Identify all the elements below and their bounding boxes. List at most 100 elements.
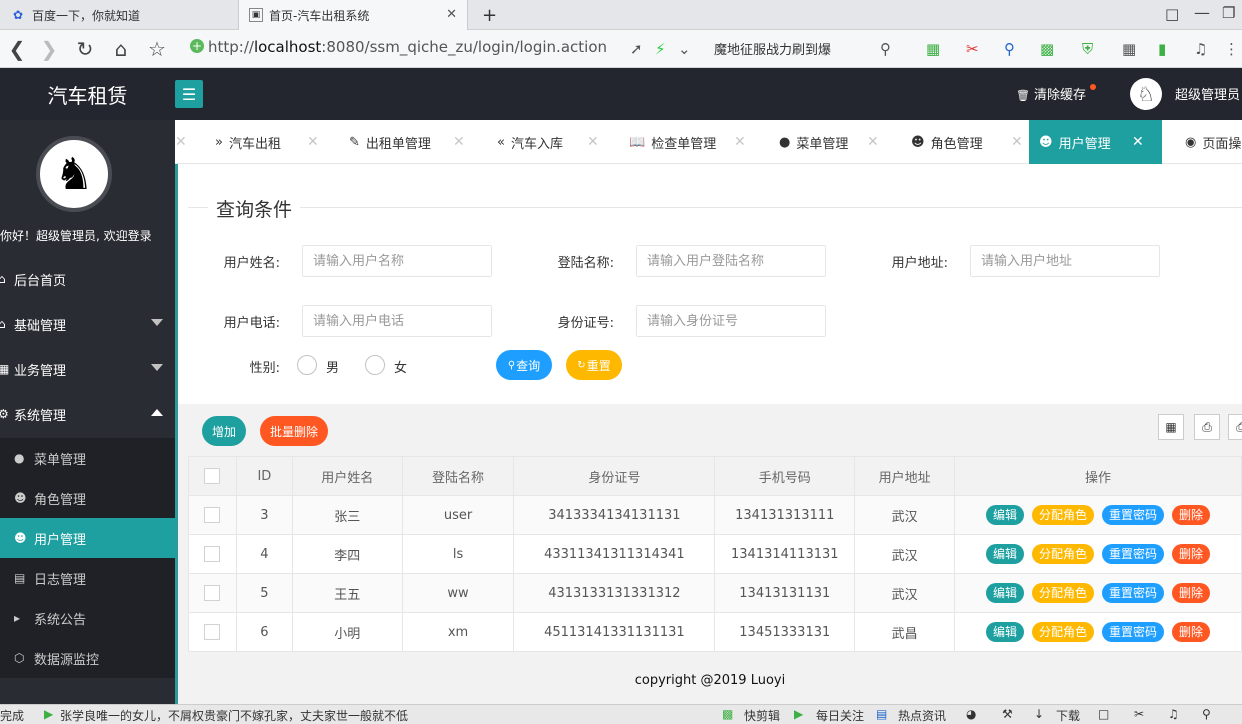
scissors-icon[interactable]: ✂ — [1134, 707, 1144, 721]
row-checkbox[interactable] — [204, 546, 221, 562]
window-icon[interactable]: □ — [1098, 707, 1109, 721]
export-icon[interactable]: ⎙ — [1194, 414, 1220, 440]
batch-delete-button[interactable]: 批量删除 — [260, 416, 328, 446]
close-icon[interactable]: ✕ — [867, 134, 879, 150]
tab-car-rent[interactable]: » 汽车出租 ✕ — [205, 120, 339, 164]
idcard-input[interactable] — [636, 305, 826, 337]
assign-role-button[interactable]: 分配角色 — [1032, 505, 1095, 525]
speed-icon[interactable]: ◕ — [966, 707, 976, 721]
search-icon[interactable]: ⚲ — [880, 40, 891, 58]
browser-tab-baidu[interactable]: ✿ 百度一下，你就知道 — [0, 0, 238, 30]
sidebar-sub-user[interactable]: ☻ 用户管理 — [0, 518, 175, 558]
close-icon[interactable]: ✕ — [1132, 134, 1144, 150]
menu-toggle-button[interactable]: ☰ — [175, 80, 203, 108]
reset-password-button[interactable]: 重置密码 — [1102, 505, 1165, 525]
browser-search-input[interactable]: 魔地征服战力刷到爆 — [714, 39, 831, 58]
sidebar-sub-datasource[interactable]: ⬡ 数据源监控 — [0, 638, 175, 678]
delete-button[interactable]: 删除 — [1172, 505, 1211, 525]
row-checkbox[interactable] — [204, 585, 221, 601]
avatar[interactable]: ♘ — [1130, 78, 1162, 110]
status-item[interactable]: 下载 — [1056, 707, 1080, 724]
apps-icon[interactable]: ▦ — [1122, 40, 1136, 58]
forward-icon[interactable]: ❯ — [34, 30, 64, 68]
lightning-icon[interactable]: ⚡ — [655, 40, 666, 58]
magnifier-icon[interactable]: ⚲ — [1004, 40, 1015, 58]
user-name[interactable]: 超级管理员 — [1175, 84, 1240, 103]
login-name-input[interactable] — [636, 245, 826, 277]
sidebar-sub-menu[interactable]: ● 菜单管理 — [0, 438, 175, 478]
new-tab-button[interactable]: + — [472, 0, 497, 30]
delete-button[interactable]: 删除 — [1172, 544, 1211, 564]
tab-inspection[interactable]: 📖 检查单管理 ✕ — [619, 120, 759, 164]
sidebar-item-system[interactable]: ⚙ 系统管理 — [0, 392, 175, 436]
row-checkbox[interactable] — [204, 507, 221, 523]
tab-user-mgmt[interactable]: ☻ 用户管理 ✕ — [1029, 120, 1162, 164]
close-icon[interactable]: ✕ — [453, 134, 465, 150]
sidebar-sub-announce[interactable]: ▸ 系统公告 — [0, 598, 175, 638]
sidebar-sub-log[interactable]: ▤ 日志管理 — [0, 558, 175, 598]
tab-role-mgmt[interactable]: ☻ 角色管理 ✕ — [901, 120, 1029, 164]
game-icon[interactable]: ▩ — [1040, 40, 1054, 58]
close-icon[interactable]: ✕ — [307, 134, 319, 150]
download-icon[interactable]: ↓ — [1034, 707, 1044, 721]
assign-role-button[interactable]: 分配角色 — [1032, 544, 1095, 564]
reset-password-button[interactable]: 重置密码 — [1102, 622, 1165, 642]
browser-tab-active[interactable]: ▣ 首页-汽车出租系统 ✕ — [238, 0, 468, 30]
close-icon[interactable]: ✕ — [175, 134, 187, 150]
edit-button[interactable]: 编辑 — [986, 505, 1025, 525]
status-item[interactable]: 热点资讯 — [898, 707, 946, 724]
sidebar-sub-role[interactable]: ☻ 角色管理 — [0, 478, 175, 518]
star-icon[interactable]: ☆ — [142, 30, 172, 68]
select-all-checkbox[interactable] — [204, 468, 221, 484]
shield-icon[interactable]: ⛨ — [1082, 40, 1093, 58]
sidebar-item-business[interactable]: ▦ 业务管理 — [0, 347, 175, 391]
minimize-icon[interactable]: — — [1194, 3, 1210, 22]
sound-icon[interactable]: ♫ — [1168, 707, 1179, 721]
edit-button[interactable]: 编辑 — [986, 583, 1025, 603]
url-field[interactable]: http://localhost:8080/ssm_qiche_zu/login… — [208, 38, 607, 56]
clear-cache-button[interactable]: 🗑 清除缓存 — [1016, 84, 1096, 103]
home-icon[interactable]: ⌂ — [106, 30, 136, 68]
tab-page-ops[interactable]: ◉ 页面操 — [1175, 120, 1242, 164]
reload-icon[interactable]: ↻ — [70, 30, 100, 68]
sidebar-item-home[interactable]: ⌂ 后台首页 — [0, 257, 175, 301]
wrench-icon[interactable]: ⚒ — [1002, 707, 1013, 721]
translate-icon[interactable]: ▦ — [926, 40, 940, 58]
delete-button[interactable]: 删除 — [1172, 583, 1211, 603]
address-input[interactable] — [970, 245, 1160, 277]
close-icon[interactable]: ✕ — [446, 7, 457, 22]
row-checkbox[interactable] — [204, 624, 221, 640]
shirt-icon[interactable]: □ — [1165, 5, 1179, 23]
battery-icon[interactable]: ▮ — [1158, 40, 1166, 58]
scissors-icon[interactable]: ✂ — [966, 40, 979, 58]
close-icon[interactable]: ✕ — [587, 134, 599, 150]
chevron-down-icon[interactable]: ⌄ — [678, 40, 691, 58]
sidebar-item-basic[interactable]: ⌂ 基础管理 — [0, 302, 175, 346]
edit-button[interactable]: 编辑 — [986, 544, 1025, 564]
reset-password-button[interactable]: 重置密码 — [1102, 544, 1165, 564]
reset-password-button[interactable]: 重置密码 — [1102, 583, 1165, 603]
print-icon[interactable]: ⎙ — [1228, 414, 1242, 440]
back-icon[interactable]: ❮ — [2, 30, 32, 68]
headphones-icon[interactable]: ♫ — [1194, 40, 1207, 58]
close-icon[interactable]: ✕ — [1011, 134, 1023, 150]
tab-menu-mgmt[interactable]: ● 菜单管理 ✕ — [769, 120, 889, 164]
restore-icon[interactable]: ❐ — [1222, 4, 1235, 22]
assign-role-button[interactable]: 分配角色 — [1032, 622, 1095, 642]
assign-role-button[interactable]: 分配角色 — [1032, 583, 1095, 603]
status-item[interactable]: 每日关注 — [816, 707, 864, 724]
status-item[interactable]: 快剪辑 — [744, 707, 780, 724]
close-icon[interactable]: ✕ — [734, 134, 746, 150]
reset-button[interactable]: ↻ 重置 — [566, 350, 622, 380]
add-button[interactable]: 增加 — [202, 416, 246, 446]
user-name-input[interactable] — [302, 245, 492, 277]
zoom-icon[interactable]: ⚲ — [1202, 707, 1211, 721]
phone-input[interactable] — [302, 305, 492, 337]
edit-button[interactable]: 编辑 — [986, 622, 1025, 642]
share-icon[interactable]: ➚ — [630, 40, 643, 58]
tab-rent-orders[interactable]: ✎ 出租单管理 ✕ — [339, 120, 473, 164]
gender-female-radio[interactable] — [365, 355, 385, 375]
gender-male-radio[interactable] — [297, 355, 317, 375]
delete-button[interactable]: 删除 — [1172, 622, 1211, 642]
menu-icon[interactable]: ⋮ — [1224, 40, 1239, 58]
